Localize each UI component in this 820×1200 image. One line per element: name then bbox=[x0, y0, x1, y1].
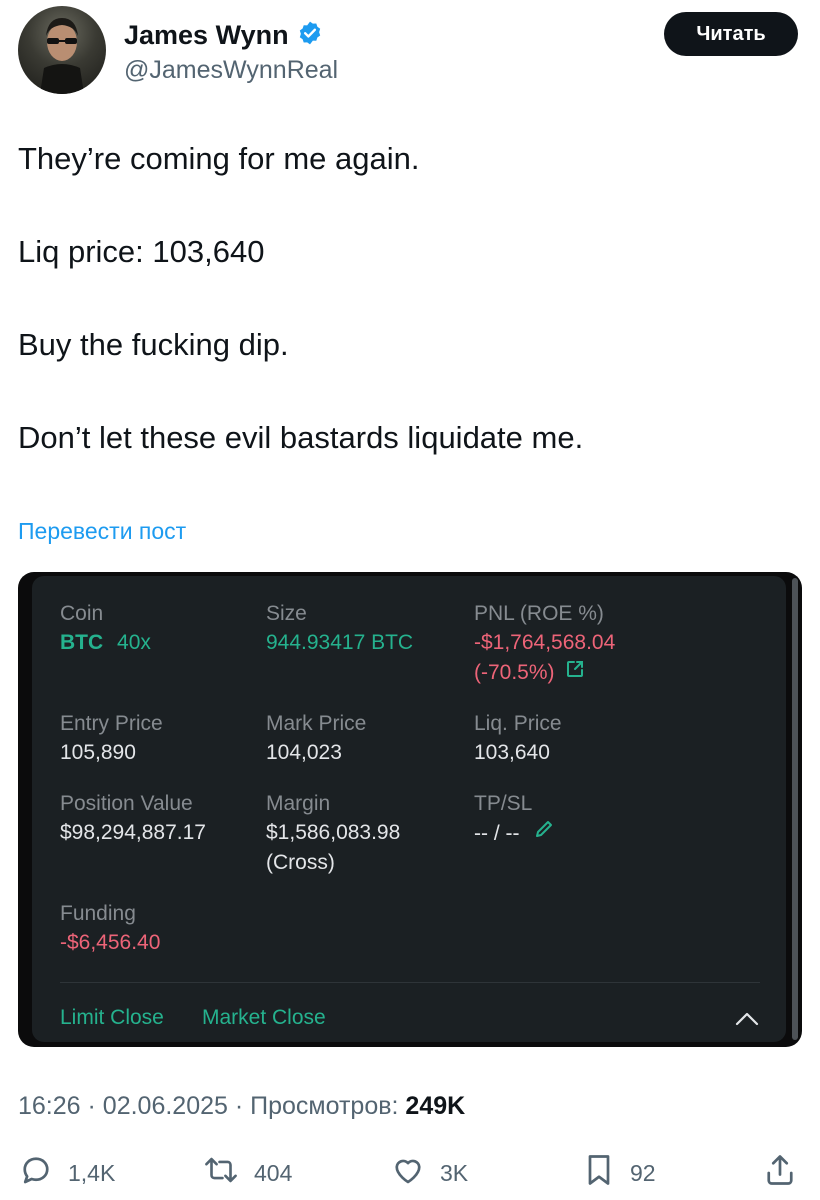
post-line: Don’t let these evil bastards liquidate … bbox=[18, 420, 584, 455]
size-cell: Size 944.93417 BTC bbox=[266, 600, 413, 658]
bookmark-button[interactable]: 92 bbox=[582, 1152, 656, 1194]
funding-label: Funding bbox=[60, 902, 136, 925]
tpsl-label: TP/SL bbox=[474, 792, 533, 815]
liq-price-cell: Liq. Price 103,640 bbox=[474, 710, 562, 768]
position-value-label: Position Value bbox=[60, 792, 193, 815]
limit-close-button[interactable]: Limit Close bbox=[60, 1006, 164, 1030]
divider bbox=[60, 982, 760, 983]
size-value: 944.93417 BTC bbox=[266, 631, 414, 654]
mark-price-cell: Mark Price 104,023 bbox=[266, 710, 366, 768]
post-meta: 16:26 · 02.06.2025 · Просмотров: 249K bbox=[18, 1092, 466, 1120]
funding-value: -$6,456.40 bbox=[60, 931, 161, 954]
entry-price-cell: Entry Price 105,890 bbox=[60, 710, 163, 768]
like-count: 3K bbox=[440, 1159, 469, 1186]
translate-post-link[interactable]: Перевести пост bbox=[18, 518, 186, 545]
repost-button[interactable]: 404 bbox=[202, 1152, 292, 1194]
share-button[interactable] bbox=[762, 1152, 798, 1194]
position-screenshot[interactable]: Coin BTC 40x Size 944.93417 BTC PNL (ROE… bbox=[18, 572, 802, 1047]
like-button[interactable]: 3K bbox=[390, 1152, 468, 1194]
margin-value: $1,586,083.98 bbox=[266, 821, 401, 844]
repost-icon bbox=[202, 1152, 240, 1194]
position-panel: Coin BTC 40x Size 944.93417 BTC PNL (ROE… bbox=[32, 576, 786, 1042]
coin-cell: Coin BTC 40x bbox=[60, 600, 151, 658]
post-line: Buy the fucking dip. bbox=[18, 327, 289, 362]
leverage-value: 40x bbox=[117, 631, 151, 654]
roe-value: (-70.5%) bbox=[474, 661, 555, 684]
margin-cell: Margin $1,586,083.98 (Cross) bbox=[266, 790, 400, 878]
reply-icon bbox=[18, 1152, 54, 1194]
tpsl-cell: TP/SL -- / -- bbox=[474, 790, 555, 849]
avatar[interactable] bbox=[18, 6, 106, 94]
entry-price-label: Entry Price bbox=[60, 712, 163, 735]
repost-count: 404 bbox=[254, 1159, 293, 1186]
chevron-up-icon[interactable] bbox=[734, 1008, 760, 1035]
author-handle[interactable]: @JamesWynnReal bbox=[124, 56, 338, 85]
entry-price-value: 105,890 bbox=[60, 741, 136, 764]
action-bar: 1,4K 404 3K 92 bbox=[18, 1152, 802, 1196]
mark-price-value: 104,023 bbox=[266, 741, 342, 764]
post-time[interactable]: 16:26 bbox=[18, 1092, 81, 1120]
market-close-button[interactable]: Market Close bbox=[202, 1006, 326, 1030]
post-date[interactable]: 02.06.2025 bbox=[103, 1092, 228, 1120]
views-label: Просмотров: bbox=[250, 1092, 399, 1120]
display-name[interactable]: James Wynn bbox=[124, 20, 289, 51]
tpsl-value: -- / -- bbox=[474, 821, 520, 845]
bookmark-count: 92 bbox=[630, 1159, 656, 1186]
heart-icon bbox=[390, 1152, 426, 1194]
pnl-value: -$1,764,568.04 bbox=[474, 631, 616, 654]
share-upload-icon bbox=[762, 1152, 798, 1194]
funding-cell: Funding -$6,456.40 bbox=[60, 900, 160, 958]
reply-count: 1,4K bbox=[68, 1159, 116, 1186]
post-header: James Wynn @JamesWynnReal Читать bbox=[18, 6, 802, 102]
scrollbar[interactable] bbox=[792, 578, 798, 1040]
reply-button[interactable]: 1,4K bbox=[18, 1152, 115, 1194]
verified-badge-icon bbox=[297, 20, 323, 51]
post-line: They’re coming for me again. bbox=[18, 141, 420, 176]
avatar-image bbox=[40, 18, 84, 94]
pnl-label: PNL (ROE %) bbox=[474, 602, 604, 625]
bookmark-icon bbox=[582, 1152, 616, 1194]
margin-label: Margin bbox=[266, 792, 331, 815]
pnl-cell: PNL (ROE %) -$1,764,568.04 (-70.5%) bbox=[474, 600, 615, 688]
coin-label: Coin bbox=[60, 602, 104, 625]
size-label: Size bbox=[266, 602, 307, 625]
post-text: They’re coming for me again. Liq price: … bbox=[18, 140, 798, 512]
mark-price-label: Mark Price bbox=[266, 712, 367, 735]
liq-price-label: Liq. Price bbox=[474, 712, 562, 735]
follow-button[interactable]: Читать bbox=[664, 12, 798, 56]
margin-mode: (Cross) bbox=[266, 851, 335, 874]
views-count: 249K bbox=[405, 1092, 466, 1120]
post-line: Liq price: 103,640 bbox=[18, 234, 265, 269]
liq-price-value: 103,640 bbox=[474, 741, 550, 764]
share-icon[interactable] bbox=[565, 658, 585, 688]
position-value-cell: Position Value $98,294,887.17 bbox=[60, 790, 206, 848]
edit-pencil-icon[interactable] bbox=[533, 818, 555, 849]
position-value: $98,294,887.17 bbox=[60, 821, 206, 844]
coin-value: BTC bbox=[60, 631, 104, 654]
